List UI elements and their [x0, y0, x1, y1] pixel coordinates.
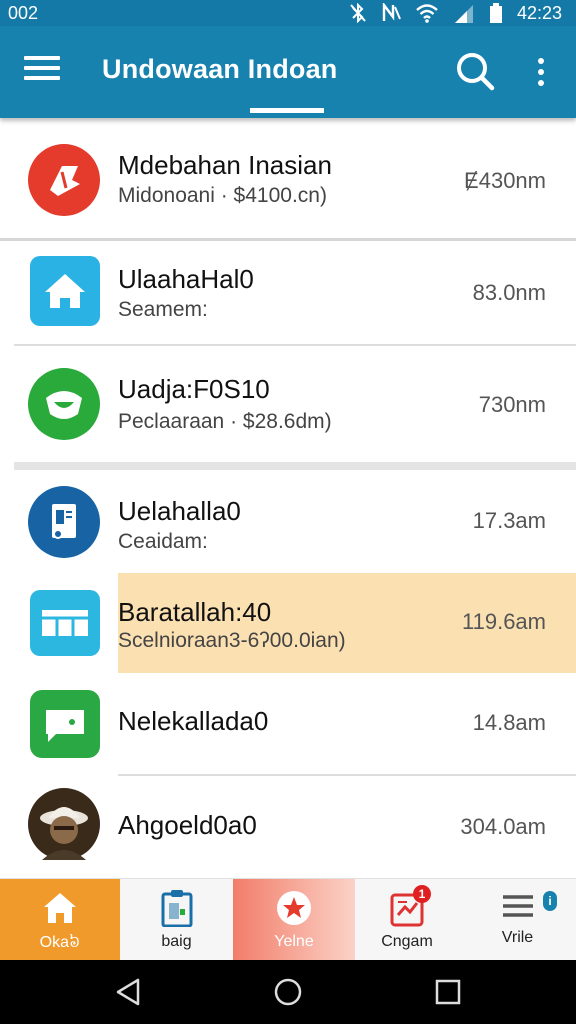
menu-lines-icon: [502, 895, 533, 917]
item-title: Nelekallada0: [118, 706, 269, 736]
red-ribbon-icon: [28, 144, 100, 216]
tab-indicator: [250, 108, 324, 113]
divider: [0, 238, 576, 241]
nav-label: Vrile: [501, 929, 534, 946]
nav-label: Oka៦: [39, 934, 81, 951]
status-icons: 42:23: [349, 3, 562, 24]
document-icon: [28, 486, 100, 558]
app-bar: Undowaan Indoan: [0, 26, 576, 118]
list-item[interactable]: Ahgoeld0a0 304.0am: [0, 776, 576, 876]
message-icon: [30, 690, 100, 758]
nav-tab-clipboard[interactable]: baig: [120, 879, 233, 961]
signal-icon: [454, 5, 473, 23]
app-title: Undowaan Indoan: [102, 54, 338, 84]
list-item[interactable]: UlaahaHal0 Seamem: 83.0nm: [0, 242, 576, 344]
table-icon: [30, 590, 100, 656]
recents-icon[interactable]: [432, 976, 464, 1008]
nav-tab-menu[interactable]: Vrile i: [459, 879, 576, 961]
list-item[interactable]: Nelekallada0 14.8am: [0, 674, 576, 774]
item-time: Ɇ430nm: [464, 168, 546, 193]
avatar-photo: [28, 788, 100, 860]
nav-tab-chart[interactable]: Cngam 1: [355, 879, 459, 961]
item-title: Uelahalla0: [118, 496, 241, 526]
item-time: 17.3am: [472, 508, 546, 533]
info-badge: i: [543, 891, 557, 911]
list-item[interactable]: Uelahalla0 Ceaidam: 17.3am: [0, 470, 576, 572]
nav-tab-star[interactable]: Yelne: [233, 879, 355, 961]
item-title: Mdebahan Inasian: [118, 150, 332, 180]
bottom-navigation: Oka៦ baig Yelne Cngam 1 Vrile i: [0, 878, 576, 961]
nav-label: baig: [161, 933, 192, 950]
item-subtitle: Midonoani · $4100.cn): [118, 184, 327, 207]
notification-badge: 1: [413, 885, 431, 903]
bluetooth-off-icon: [350, 3, 366, 23]
item-time: 83.0nm: [472, 280, 546, 305]
list-item[interactable]: Mdebahan Inasian Midonoani · $4100.cn) Ɇ…: [0, 118, 576, 240]
search-icon[interactable]: [454, 50, 496, 92]
item-time: 730nm: [478, 392, 546, 417]
item-title: Ahgoeld0a0: [118, 810, 257, 840]
battery-icon: [489, 3, 502, 23]
item-title: UlaahaHal0: [118, 264, 254, 294]
item-title: Uadja:F0S10: [118, 374, 270, 404]
item-subtitle: Scelnioraan3-6ʔ00.0ian): [118, 629, 346, 652]
wifi-icon: [416, 4, 438, 23]
status-left-text: 002: [8, 2, 39, 23]
nav-label: Yelne: [274, 933, 314, 950]
item-subtitle: Seamem:: [118, 298, 208, 321]
item-subtitle: Ceaidam:: [118, 530, 208, 553]
home-icon: [44, 893, 76, 923]
home-circle-icon[interactable]: [272, 976, 304, 1008]
item-time: 14.8am: [472, 710, 546, 735]
hamburger-menu-icon[interactable]: [24, 56, 60, 86]
star-burst-icon: [277, 891, 311, 925]
list-item-highlighted[interactable]: Baratallah:40 Scelnioraan3-6ʔ00.0ian) 11…: [118, 573, 576, 673]
system-navigation-bar: [0, 960, 576, 1024]
nav-label: Cngam: [381, 933, 433, 950]
status-clock: 42:23: [516, 2, 562, 23]
item-time: 304.0am: [460, 814, 546, 839]
item-time: 119.6am: [462, 609, 546, 634]
nfc-icon: [382, 3, 401, 21]
nav-tab-home[interactable]: Oka៦: [0, 879, 120, 961]
chat-shield-icon: [28, 368, 100, 440]
section-divider: [14, 462, 576, 470]
item-title: Baratallah:40: [118, 597, 272, 627]
home-icon: [30, 256, 100, 326]
back-icon[interactable]: [112, 976, 144, 1008]
item-subtitle: Peclaaraan · $28.6dm): [118, 410, 332, 433]
status-bar: 002 42:23: [0, 0, 576, 26]
clipboard-icon: [161, 890, 192, 927]
more-options-icon[interactable]: [530, 54, 552, 90]
list-item[interactable]: Uadja:F0S10 Peclaaraan · $28.6dm) 730nm: [0, 346, 576, 462]
